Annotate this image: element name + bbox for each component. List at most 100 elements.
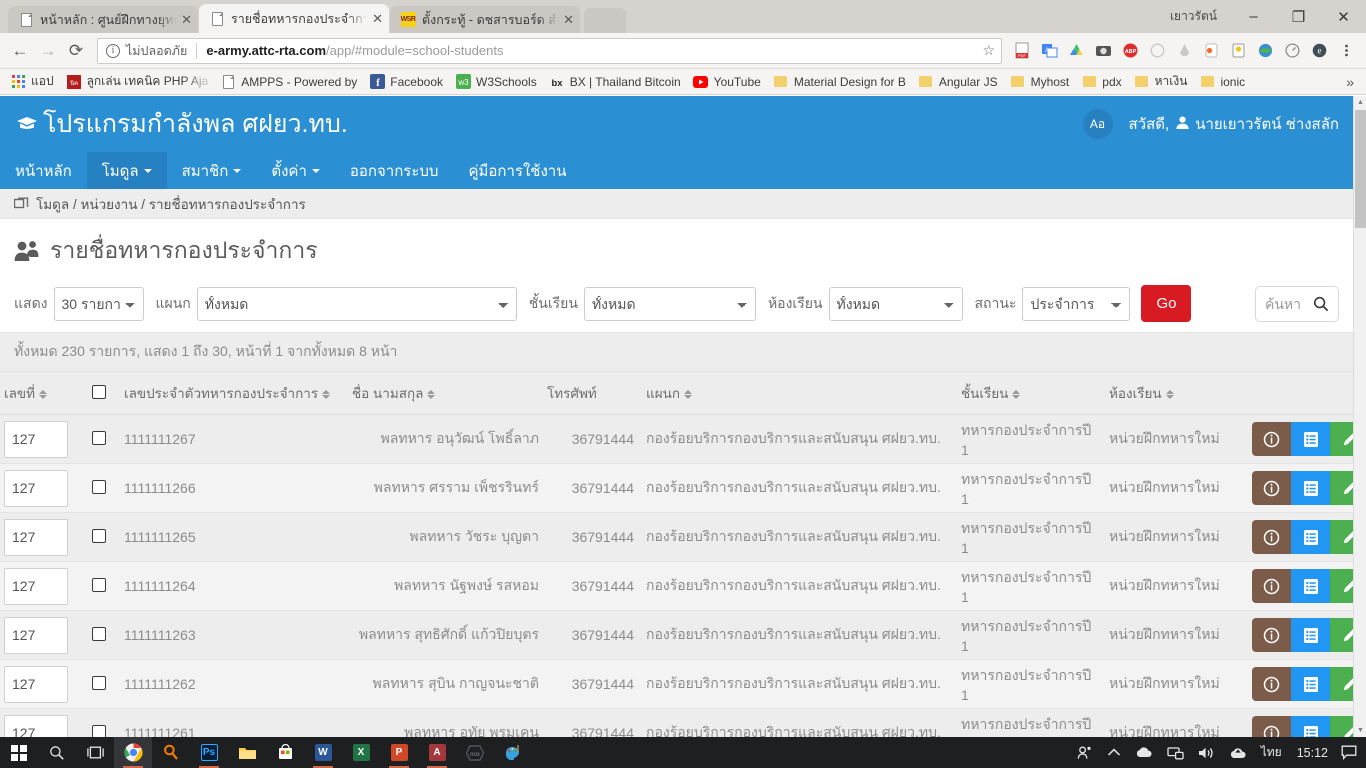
pdf-icon[interactable]: PDF <box>1010 38 1035 63</box>
page-scrollbar[interactable]: ▲ ▼ <box>1353 96 1366 737</box>
go-button[interactable]: Go <box>1141 285 1192 322</box>
cell-phone[interactable]: 36791444 <box>543 415 638 464</box>
scroll-down-icon[interactable]: ▼ <box>1354 724 1366 737</box>
close-icon[interactable]: ✕ <box>372 11 383 27</box>
taskbar-powerpoint[interactable]: P <box>380 737 418 768</box>
cell-select[interactable] <box>88 709 118 737</box>
col-header-no[interactable]: เลขที่ <box>0 372 88 415</box>
circle-icon[interactable] <box>1145 38 1170 63</box>
taskbar-word[interactable]: W <box>304 737 342 768</box>
search-input[interactable] <box>1265 295 1313 312</box>
row-checkbox[interactable] <box>92 724 106 737</box>
taskbar-store[interactable] <box>266 737 304 768</box>
row-checkbox[interactable] <box>92 479 106 494</box>
bookmark-facebook[interactable]: f Facebook <box>363 74 449 90</box>
sort-icon[interactable] <box>1165 389 1174 399</box>
sort-icon[interactable] <box>322 389 331 399</box>
people-icon[interactable] <box>1070 737 1100 768</box>
bookmark-material-design[interactable]: Material Design for B <box>767 74 912 90</box>
nav-item-settings[interactable]: ตั้งค่า <box>256 152 335 189</box>
department-select[interactable]: ทั้งหมด <box>196 286 517 321</box>
nav-item-manual[interactable]: คู่มือการใช้งาน <box>453 152 581 189</box>
breadcrumb-text[interactable]: โมดูล / หน่วยงาน / รายชื่อทหารกองประจำกา… <box>36 193 306 215</box>
cell-select[interactable] <box>88 513 118 562</box>
info-button[interactable] <box>1252 520 1291 554</box>
info-icon[interactable]: i <box>106 43 120 58</box>
col-header-name[interactable]: ชื่อ นามสกุล <box>348 372 543 415</box>
browser-tab-1[interactable]: หน้าหลัก : ศูนย์ฝึกทางยุทธวิธี ✕ <box>8 6 198 33</box>
detail-list-button[interactable] <box>1291 471 1330 505</box>
row-number-input[interactable] <box>4 469 68 507</box>
info-button[interactable] <box>1252 667 1291 701</box>
onedrive-icon[interactable] <box>1222 737 1254 768</box>
close-icon[interactable]: ✕ <box>1321 1 1366 33</box>
table-row[interactable]: 1111111266 พลทหาร ศรราม เพ็ชรรินทร์367914… <box>0 463 1366 513</box>
row-number-input[interactable] <box>4 616 68 654</box>
nav-item-members[interactable]: สมาชิก <box>167 152 257 189</box>
info-button[interactable] <box>1252 569 1291 603</box>
bookmark-money[interactable]: หาเงิน <box>1128 72 1194 91</box>
row-number-input[interactable] <box>4 420 68 458</box>
cloud-icon[interactable] <box>1128 737 1160 768</box>
row-number-input[interactable] <box>4 714 68 737</box>
address-bar[interactable]: i ไม่ปลอดภัย e-army.attc-rta.com/app/#mo… <box>97 37 1002 64</box>
cell-select[interactable] <box>88 660 118 709</box>
cell-phone[interactable]: 36791444 <box>543 611 638 660</box>
drive-icon[interactable] <box>1064 38 1089 63</box>
chevron-up-icon[interactable] <box>1100 737 1128 768</box>
nav-item-home[interactable]: หน้าหลัก <box>0 152 87 189</box>
row-number-input[interactable] <box>4 665 68 703</box>
bookmark-w3schools[interactable]: w3 W3Schools <box>449 74 543 90</box>
search-box[interactable] <box>1255 285 1339 322</box>
cell-select[interactable] <box>88 611 118 660</box>
lastpass-icon[interactable] <box>1199 38 1224 63</box>
row-checkbox[interactable] <box>92 528 106 543</box>
taskbar-chrome[interactable] <box>114 737 152 768</box>
bookmarks-overflow-icon[interactable]: » <box>1346 74 1362 90</box>
bookmark-apps[interactable]: แอป <box>4 72 60 91</box>
detail-list-button[interactable] <box>1291 520 1330 554</box>
taskbar-file-explorer[interactable] <box>228 737 266 768</box>
bookmark-youtube[interactable]: YouTube <box>687 74 767 90</box>
search-icon[interactable] <box>1313 296 1329 312</box>
detail-list-button[interactable] <box>1291 667 1330 701</box>
forward-icon[interactable]: → <box>34 37 62 65</box>
cell-phone[interactable]: 36791444 <box>543 660 638 709</box>
table-row[interactable]: 1111111267 พลทหาร อนุวัฒน์ โพธิ์ลาภ367914… <box>0 414 1366 464</box>
scrollbar-thumb[interactable] <box>1355 110 1366 228</box>
detail-list-button[interactable] <box>1291 569 1330 603</box>
status-select[interactable]: ประจำการ <box>1022 286 1131 321</box>
close-icon[interactable]: ✕ <box>563 12 574 28</box>
translate-icon[interactable]: A <box>1037 38 1062 63</box>
table-row[interactable]: 1111111262 พลทหาร สุบิน กาญจนะชาติ3679144… <box>0 659 1366 709</box>
cell-select[interactable] <box>88 562 118 611</box>
menu-icon[interactable] <box>1334 38 1359 63</box>
row-number-input[interactable] <box>4 518 68 556</box>
col-header-phone[interactable]: โทรศัพท์ <box>543 372 638 415</box>
row-checkbox[interactable] <box>92 577 106 592</box>
camera-icon[interactable] <box>1091 38 1116 63</box>
table-row[interactable]: 1111111265 พลทหาร วัชระ บุญตา36791444 กองร… <box>0 512 1366 562</box>
detail-list-button[interactable] <box>1291 618 1330 652</box>
back-icon[interactable]: ← <box>6 37 34 65</box>
app-brand[interactable]: โปรแกรมกำลังพล ศฝยว.ทบ. <box>14 104 348 144</box>
select-all-checkbox[interactable] <box>92 384 106 399</box>
bookmark-ionic[interactable]: ionic <box>1193 74 1251 90</box>
col-header-soldier-id[interactable]: เลขประจำตัวทหารกองประจำการ <box>118 372 348 415</box>
bookmark-myhost[interactable]: Myhost <box>1004 74 1076 90</box>
cell-phone[interactable]: 36791444 <box>543 513 638 562</box>
sort-icon[interactable] <box>684 389 693 399</box>
scroll-up-icon[interactable]: ▲ <box>1354 96 1366 109</box>
bookmark-ampps[interactable]: AMPPS - Powered by <box>214 74 363 90</box>
keep-icon[interactable] <box>1226 38 1251 63</box>
taskbar-paint[interactable] <box>494 737 532 768</box>
reload-icon[interactable]: ⟳ <box>62 37 90 65</box>
cell-select[interactable] <box>88 464 118 513</box>
sort-icon[interactable] <box>427 389 436 399</box>
taskbar-excel[interactable]: X <box>342 737 380 768</box>
info-button[interactable] <box>1252 471 1291 505</box>
table-row[interactable]: 1111111261 พลทหาร อุทัย พรมเคน 36791444 กอง… <box>0 708 1366 737</box>
row-number-input[interactable] <box>4 567 68 605</box>
close-icon[interactable]: ✕ <box>181 12 192 28</box>
info-button[interactable] <box>1252 716 1291 737</box>
